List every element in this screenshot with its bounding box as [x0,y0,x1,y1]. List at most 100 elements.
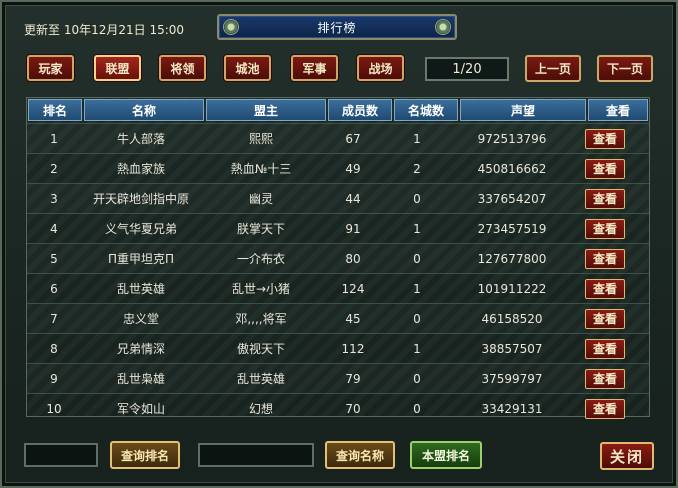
cell-rank: 4 [50,221,58,236]
rank-search-input[interactable] [24,443,98,467]
cell-name: 忠义堂 [122,312,159,326]
cell-rank: 5 [50,251,58,266]
cell-prestige: 972513796 [477,131,547,146]
cell-prestige: 37599797 [481,371,543,386]
table-row: 6 乱世英雄 乱世→小猪 124 1 101911222 查看 [27,273,649,303]
cell-rank: 9 [50,371,58,386]
query-name-button[interactable]: 查询名称 [325,441,395,469]
view-button[interactable]: 查看 [585,218,625,239]
header-prestige: 声望 [460,99,586,121]
cell-view: 查看 [575,128,635,149]
tab-battlefield[interactable]: 战场 [357,55,404,81]
table-row: 3 开天辟地剑指中原 幽灵 44 0 337654207 查看 [27,183,649,213]
close-button[interactable]: 关闭 [600,442,654,470]
cell-name: 开天辟地剑指中原 [92,192,189,206]
cell-view: 查看 [575,398,635,419]
cell-leader: 乱世→小猪 [231,282,291,296]
cell-view: 查看 [575,218,635,239]
cell-view: 查看 [575,278,635,299]
cell-prestige: 127677800 [477,251,547,266]
cell-view: 查看 [575,338,635,359]
view-button[interactable]: 查看 [585,128,625,149]
cell-cities: 1 [413,281,421,296]
header-name: 名称 [84,99,204,121]
view-button[interactable]: 查看 [585,368,625,389]
page-indicator: 1/20 [425,57,509,81]
table-row: 9 乱世枭雄 乱世英雄 79 0 37599797 查看 [27,363,649,393]
cell-prestige: 33429131 [481,401,543,416]
cell-rank: 2 [50,161,58,176]
view-button[interactable]: 查看 [585,278,625,299]
query-rank-button[interactable]: 查询排名 [110,441,180,469]
cell-cities: 0 [413,311,421,326]
cell-view: 查看 [575,248,635,269]
cell-view: 查看 [575,368,635,389]
my-alliance-rank-button[interactable]: 本盟排名 [410,441,482,469]
cell-leader: 熱血№十三 [230,162,292,176]
header-view: 查看 [588,99,648,121]
cell-leader: 傲视天下 [236,342,285,356]
tab-player[interactable]: 玩家 [27,55,74,81]
cell-view: 查看 [575,158,635,179]
cell-members: 49 [345,161,361,176]
cell-leader: 幻想 [248,402,273,416]
cell-members: 79 [345,371,361,386]
cell-cities: 0 [413,371,421,386]
table-row: 8 兄弟情深 傲视天下 112 1 38857507 查看 [27,333,649,363]
cell-name: 义气华夏兄弟 [104,222,177,236]
cell-leader: 一介布衣 [236,252,285,266]
cell-cities: 2 [413,161,421,176]
cell-prestige: 273457519 [477,221,547,236]
table-row: 2 熱血家族 熱血№十三 49 2 450816662 查看 [27,153,649,183]
cell-rank: 1 [50,131,58,146]
cell-members: 112 [341,341,365,356]
cell-leader: 朕掌天下 [236,222,285,236]
cell-prestige: 101911222 [477,281,547,296]
cell-rank: 3 [50,191,58,206]
cell-name: 乱世英雄 [116,282,165,296]
cell-cities: 1 [413,131,421,146]
ornament-icon [223,19,239,35]
table-row: 4 义气华夏兄弟 朕掌天下 91 1 273457519 查看 [27,213,649,243]
next-page-button[interactable]: 下一页 [597,55,653,82]
view-button[interactable]: 查看 [585,188,625,209]
view-button[interactable]: 查看 [585,308,625,329]
view-button[interactable]: 查看 [585,398,625,419]
cell-name: Π重甲坦克Π [107,252,175,266]
header-members: 成员数 [328,99,392,121]
table-row: 5 Π重甲坦克Π 一介布衣 80 0 127677800 查看 [27,243,649,273]
cell-rank: 7 [50,311,58,326]
view-button[interactable]: 查看 [585,338,625,359]
cell-prestige: 337654207 [477,191,547,206]
tab-general[interactable]: 将领 [159,55,206,81]
tab-city[interactable]: 城池 [224,55,271,81]
view-button[interactable]: 查看 [585,248,625,269]
tab-alliance[interactable]: 联盟 [94,55,141,81]
cell-prestige: 46158520 [481,311,543,326]
ranking-table: 排名 名称 盟主 成员数 名城数 声望 查看 1 牛人部落 熙熙 67 1 9725137… [26,97,650,419]
page-title: 排行榜 [317,20,357,35]
cell-members: 80 [345,251,361,266]
cell-cities: 1 [413,341,421,356]
ranking-window: 更新至 10年12月21日 15:00 排行榜 玩家 联盟 将领 城池 军事 战… [0,0,678,488]
ornament-icon [435,19,451,35]
cell-cities: 0 [413,191,421,206]
tab-military[interactable]: 军事 [291,55,338,81]
update-time: 更新至 10年12月21日 15:00 [24,23,185,37]
cell-members: 44 [345,191,361,206]
view-button[interactable]: 查看 [585,158,625,179]
name-search-input[interactable] [198,443,314,467]
cell-rank: 8 [50,341,58,356]
cell-cities: 1 [413,221,421,236]
cell-prestige: 38857507 [481,341,543,356]
cell-prestige: 450816662 [477,161,547,176]
table-header: 排名 名称 盟主 成员数 名城数 声望 查看 [27,98,649,122]
cell-cities: 0 [413,401,421,416]
title-bar: 排行榜 [217,14,457,40]
cell-members: 70 [345,401,361,416]
cell-members: 91 [345,221,361,236]
cell-name: 熱血家族 [116,162,165,176]
prev-page-button[interactable]: 上一页 [525,55,581,82]
cell-leader: 熙熙 [248,132,273,146]
cell-leader: 乱世英雄 [236,372,285,386]
